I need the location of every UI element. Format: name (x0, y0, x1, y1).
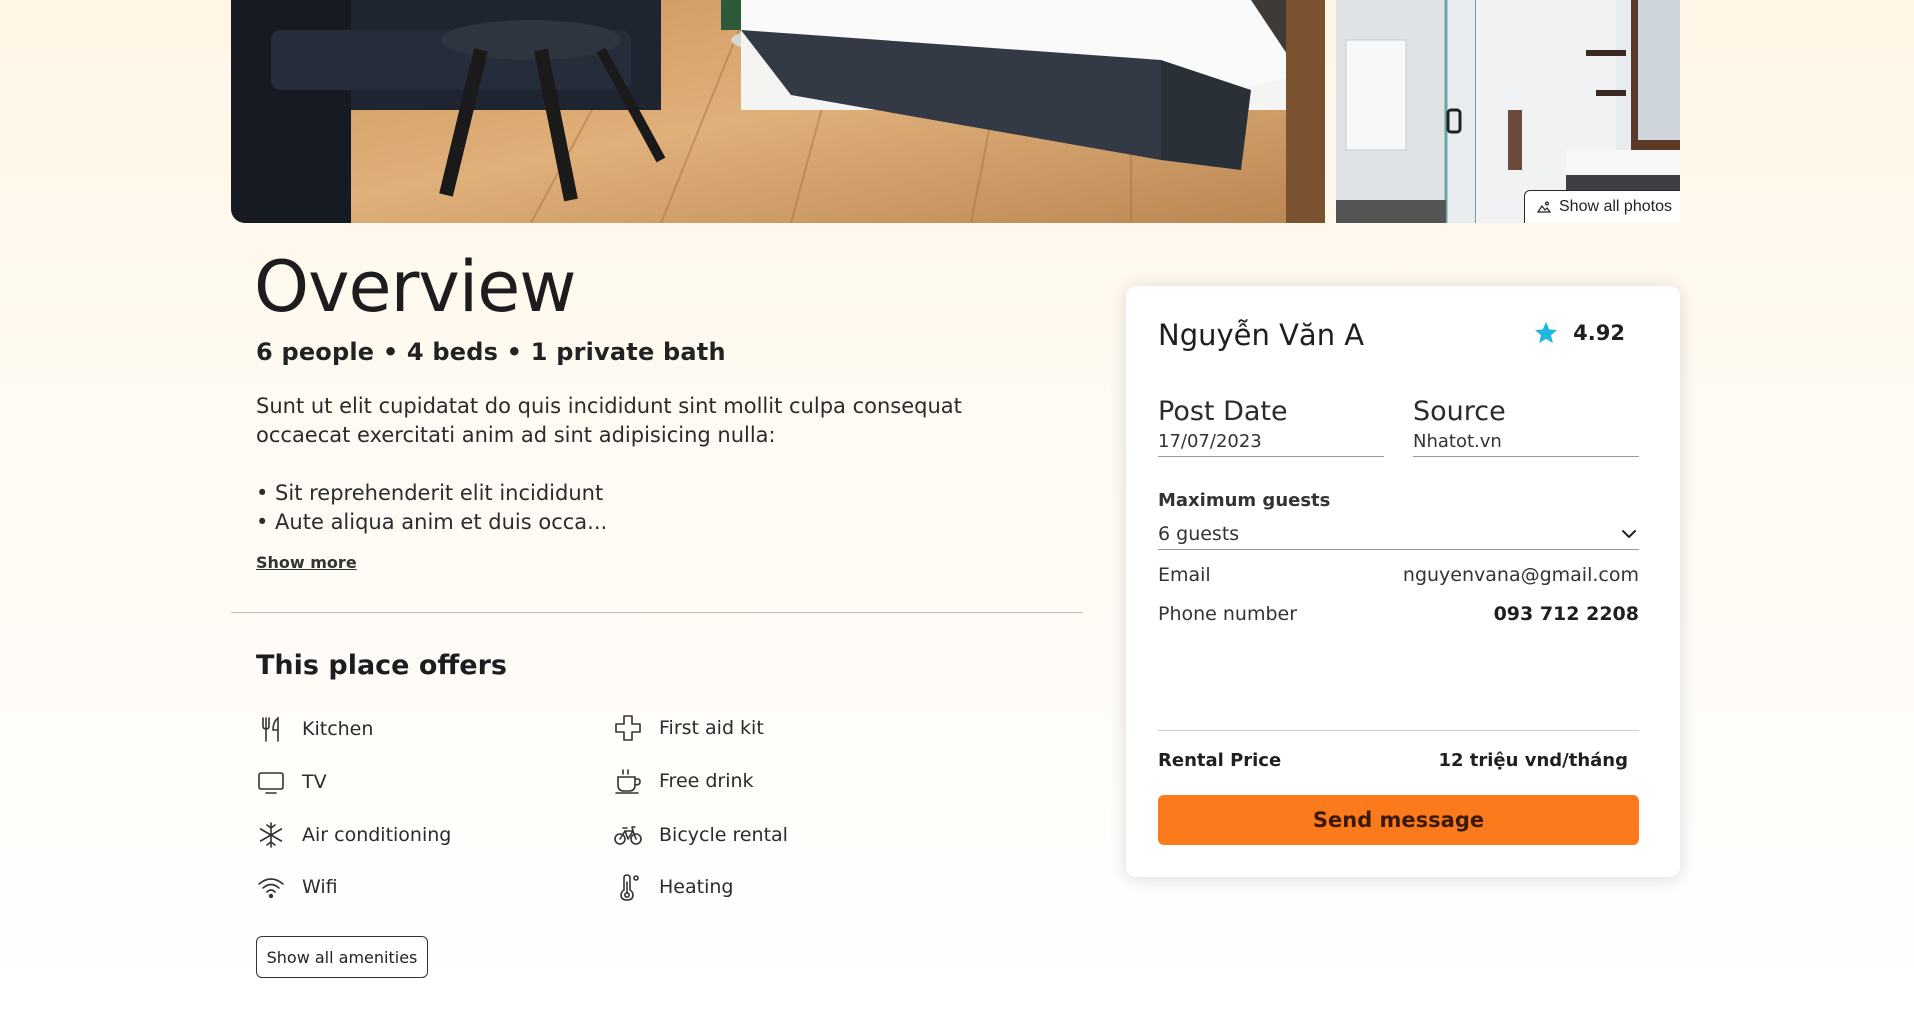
amenity-free-drink: Free drink (613, 766, 754, 796)
section-divider (231, 612, 1083, 613)
amenity-label: First aid kit (659, 717, 764, 739)
chevron-down-icon (1619, 524, 1639, 544)
utensils-icon (256, 714, 286, 744)
overview-description: Sunt ut elit cupidatat do quis incididun… (256, 392, 1056, 537)
amenity-heating: Heating (613, 872, 733, 902)
rating: 4.92 (1533, 320, 1625, 346)
source-value: Nhatot.vn (1413, 431, 1639, 457)
show-all-amenities-button[interactable]: Show all amenities (256, 936, 428, 978)
overview-summary: 6 people • 4 beds • 1 private bath (256, 338, 726, 366)
coffee-cup-icon (613, 766, 643, 796)
bedroom-photo (231, 0, 1325, 223)
source-label: Source (1413, 396, 1506, 427)
email-row: Email nguyenvana@gmail.com (1158, 564, 1639, 586)
contact-card: Nguyễn Văn A 4.92 Post Date 17/07/2023 S… (1126, 286, 1680, 877)
amenity-label: Heating (659, 876, 734, 898)
snowflake-icon (256, 820, 286, 850)
star-icon (1533, 320, 1559, 346)
description-text: Sunt ut elit cupidatat do quis incididun… (256, 394, 962, 447)
thermometer-icon (613, 872, 643, 902)
rental-price-label: Rental Price (1158, 750, 1282, 771)
wifi-icon (256, 872, 286, 902)
tv-icon (256, 767, 286, 797)
amenity-label: TV (302, 771, 327, 793)
max-guests-label: Maximum guests (1158, 490, 1331, 511)
max-guests-value: 6 guests (1158, 522, 1240, 545)
phone-row: Phone number 093 712 2208 (1158, 603, 1639, 625)
show-more-link[interactable]: Show more (256, 553, 357, 572)
source-field: Source Nhatot.vn (1413, 396, 1639, 457)
card-divider (1158, 730, 1639, 731)
amenity-air-conditioning: Air conditioning (256, 820, 451, 850)
overview-title: Overview (254, 246, 577, 328)
phone-value[interactable]: 093 712 2208 (1494, 603, 1639, 625)
amenity-tv: TV (256, 767, 327, 797)
amenities-title: This place offers (256, 650, 508, 681)
amenity-label: Air conditioning (302, 824, 452, 846)
rental-price-row: Rental Price 12 triệu vnd/tháng (1158, 750, 1628, 771)
image-icon (1536, 200, 1552, 214)
rating-value: 4.92 (1573, 321, 1625, 345)
owner-name: Nguyễn Văn A (1158, 318, 1365, 352)
phone-label: Phone number (1158, 603, 1298, 625)
medical-cross-icon (613, 713, 643, 743)
amenity-bicycle-rental: Bicycle rental (613, 820, 788, 850)
email-value[interactable]: nguyenvana@gmail.com (1403, 564, 1639, 586)
amenity-first-aid-kit: First aid kit (613, 713, 764, 743)
max-guests-select[interactable]: 6 guests (1158, 518, 1639, 550)
description-bullet: • Aute aliqua anim et duis occa... (256, 510, 608, 534)
bicycle-icon (613, 820, 643, 850)
post-date-value: 17/07/2023 (1158, 431, 1384, 457)
amenity-wifi: Wifi (256, 872, 338, 902)
amenity-label: Bicycle rental (659, 824, 788, 846)
send-message-button[interactable]: Send message (1158, 795, 1639, 845)
main-photo[interactable] (231, 0, 1325, 223)
amenity-label: Kitchen (302, 718, 374, 740)
amenity-kitchen: Kitchen (256, 714, 373, 744)
amenity-label: Free drink (659, 770, 754, 792)
post-date-label: Post Date (1158, 396, 1288, 427)
show-all-photos-label: Show all photos (1559, 198, 1672, 215)
amenity-label: Wifi (302, 876, 338, 898)
email-label: Email (1158, 564, 1211, 586)
show-all-photos-button[interactable]: Show all photos (1524, 190, 1680, 223)
description-bullet: • Sit reprehenderit elit incididunt (256, 481, 604, 505)
post-date-field: Post Date 17/07/2023 (1158, 396, 1384, 457)
rental-price-value: 12 triệu vnd/tháng (1438, 750, 1628, 771)
